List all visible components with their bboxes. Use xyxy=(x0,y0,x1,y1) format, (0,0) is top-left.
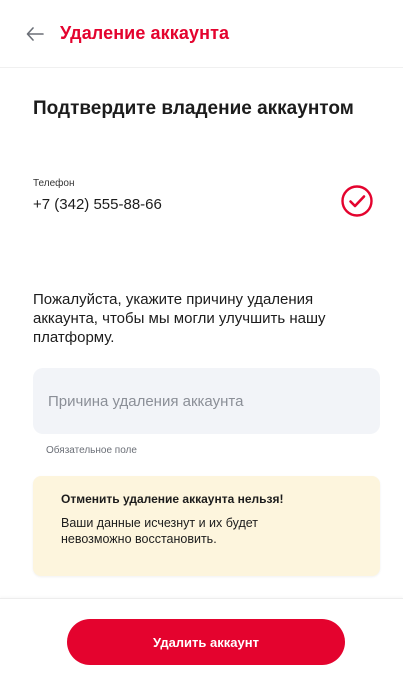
warning-box: Отменить удаление аккаунта нельзя! Ваши … xyxy=(33,476,380,576)
page-title: Подтвердите владение аккаунтом xyxy=(33,98,354,119)
main-content: Подтвердите владение аккаунтом Телефон +… xyxy=(0,68,403,598)
warning-text: Ваши данные исчезнут и их будет невозмож… xyxy=(61,516,259,546)
app-header: Удаление аккаунта xyxy=(0,0,403,68)
warning-title: Отменить удаление аккаунта нельзя! xyxy=(61,492,284,506)
arrow-left-icon xyxy=(26,26,44,41)
back-button[interactable] xyxy=(20,19,50,49)
phone-label: Телефон xyxy=(33,178,75,189)
check-circle-icon xyxy=(341,185,373,217)
footer-bar: Удалить аккаунт xyxy=(0,598,403,677)
header-title: Удаление аккаунта xyxy=(60,23,230,43)
delete-account-button[interactable]: Удалить аккаунт xyxy=(67,619,345,665)
reason-description: Пожалуйста, укажите причину удаления акк… xyxy=(33,291,326,346)
required-field-hint: Обязательное поле xyxy=(46,445,137,456)
reason-input[interactable] xyxy=(33,368,380,434)
phone-value: +7 (342) 555-88-66 xyxy=(33,196,162,213)
